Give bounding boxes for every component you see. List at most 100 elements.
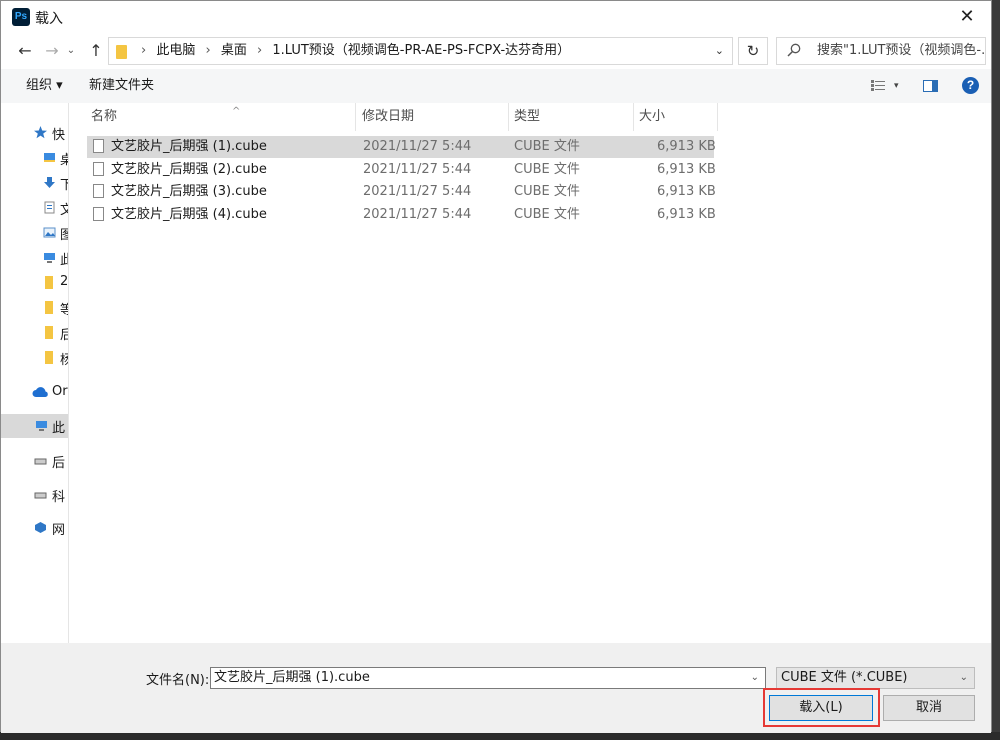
new-folder-button[interactable]: 新建文件夹 bbox=[89, 69, 154, 103]
recent-locations-chevron-icon[interactable]: ⌄ bbox=[60, 39, 82, 63]
file-type: CUBE 文件 bbox=[514, 184, 580, 199]
navigation-pane[interactable]: 快 桌 下 文 图 此 2 等 bbox=[1, 103, 69, 643]
sidebar-item-quick-access[interactable]: 快 bbox=[1, 121, 68, 145]
sidebar-item-drive[interactable]: 科 bbox=[1, 483, 68, 507]
sidebar-item-label: 后 bbox=[60, 324, 68, 343]
file-row[interactable]: 文艺胶片_后期强 (4).cube 2021/11/27 5:44 CUBE 文… bbox=[87, 204, 716, 226]
cancel-button[interactable]: 取消 bbox=[883, 695, 975, 721]
folder-icon bbox=[45, 276, 53, 289]
breadcrumb: › 此电脑 › 桌面 › 1.LUT预设（视频调色-PR-AE-PS-FCPX-… bbox=[135, 38, 570, 64]
sidebar-item-this-pc-quick[interactable]: 此 bbox=[1, 246, 68, 270]
sidebar-item-documents[interactable]: 文 bbox=[1, 196, 68, 220]
sidebar-item-label: 图 bbox=[60, 224, 68, 243]
dialog-title: 载入 bbox=[35, 11, 63, 27]
sidebar-item-label: 等 bbox=[60, 299, 68, 318]
search-icon bbox=[787, 43, 801, 57]
folder-icon bbox=[45, 301, 53, 314]
sidebar-item-label: 2 bbox=[60, 274, 69, 289]
download-icon bbox=[44, 177, 55, 188]
sidebar-item-label: 此 bbox=[52, 421, 66, 436]
sidebar-item-onedrive[interactable]: Or bbox=[1, 381, 68, 405]
column-header-name[interactable]: 名称 ^ bbox=[87, 103, 356, 131]
sidebar-item-label: 后 bbox=[52, 456, 66, 471]
document-icon bbox=[44, 201, 55, 214]
filename-input[interactable]: 文艺胶片_后期强 (1).cube ⌄ bbox=[210, 667, 766, 689]
file-list[interactable]: 名称 ^ 修改日期 类型 大小 文艺胶片_后期强 (1).cube 2021/1… bbox=[69, 103, 991, 643]
file-icon bbox=[93, 207, 104, 221]
computer-icon bbox=[44, 253, 55, 263]
sidebar-item-label: 桌 bbox=[60, 149, 68, 168]
chevron-down-icon[interactable]: ⌄ bbox=[715, 38, 724, 64]
file-size: 6,913 KB bbox=[657, 184, 716, 199]
picture-icon bbox=[43, 227, 56, 238]
file-size: 6,913 KB bbox=[657, 139, 716, 154]
filetype-select[interactable]: CUBE 文件 (*.CUBE) ⌄ bbox=[776, 667, 975, 689]
file-type: CUBE 文件 bbox=[514, 162, 580, 177]
close-icon[interactable]: ✕ bbox=[949, 1, 985, 33]
refresh-icon[interactable]: ↻ bbox=[738, 37, 768, 65]
back-arrow-icon[interactable]: ← bbox=[14, 39, 36, 63]
chevron-down-icon[interactable]: ⌄ bbox=[751, 668, 759, 688]
column-header-date[interactable]: 修改日期 bbox=[358, 103, 509, 131]
breadcrumb-separator: › bbox=[205, 43, 211, 58]
dialog-footer: 文件名(N): 文艺胶片_后期强 (1).cube ⌄ CUBE 文件 (*.C… bbox=[1, 643, 991, 733]
sidebar-item-label: 杨 bbox=[60, 349, 68, 368]
sidebar-item-label: 网 bbox=[52, 523, 66, 538]
folder-icon bbox=[45, 326, 53, 339]
view-options-icon[interactable] bbox=[871, 80, 885, 91]
file-row[interactable]: 文艺胶片_后期强 (2).cube 2021/11/27 5:44 CUBE 文… bbox=[87, 159, 716, 181]
breadcrumb-item[interactable]: 1.LUT预设（视频调色-PR-AE-PS-FCPX-达芬奇用） bbox=[272, 43, 570, 58]
column-header-type[interactable]: 类型 bbox=[510, 103, 634, 131]
file-date: 2021/11/27 5:44 bbox=[363, 184, 472, 199]
sidebar-item-pictures[interactable]: 图 bbox=[1, 221, 68, 245]
breadcrumb-separator: › bbox=[257, 43, 263, 58]
sidebar-item-label: 文 bbox=[60, 199, 68, 218]
sidebar-item-desktop[interactable]: 桌 bbox=[1, 146, 68, 170]
open-button[interactable]: 载入(L) bbox=[769, 695, 873, 721]
file-date: 2021/11/27 5:44 bbox=[363, 139, 472, 154]
star-icon bbox=[34, 126, 47, 139]
file-row[interactable]: 文艺胶片_后期强 (1).cube 2021/11/27 5:44 CUBE 文… bbox=[87, 136, 716, 158]
filename-label: 文件名(N): bbox=[146, 673, 210, 688]
column-header-size[interactable]: 大小 bbox=[635, 103, 718, 131]
address-bar[interactable]: › 此电脑 › 桌面 › 1.LUT预设（视频调色-PR-AE-PS-FCPX-… bbox=[108, 37, 733, 65]
desktop-folder-icon bbox=[44, 153, 55, 162]
background-app-bottom bbox=[0, 732, 1000, 740]
view-dropdown-chevron-icon[interactable]: ▾ bbox=[894, 69, 899, 103]
sidebar-item-this-pc[interactable]: 此 bbox=[1, 414, 68, 438]
sidebar-item-downloads[interactable]: 下 bbox=[1, 171, 68, 195]
file-icon bbox=[93, 139, 104, 153]
file-row[interactable]: 文艺胶片_后期强 (3).cube 2021/11/27 5:44 CUBE 文… bbox=[87, 181, 716, 203]
file-icon bbox=[93, 184, 104, 198]
organize-button[interactable]: 组织 ▾ bbox=[26, 69, 63, 103]
file-name: 文艺胶片_后期强 (3).cube bbox=[111, 184, 267, 199]
sidebar-item-network[interactable]: 网 bbox=[1, 516, 68, 540]
sidebar-item-folder[interactable]: 2 bbox=[1, 271, 68, 295]
file-name: 文艺胶片_后期强 (1).cube bbox=[111, 139, 267, 154]
command-bar: 组织 ▾ 新建文件夹 ▾ ? bbox=[1, 69, 991, 103]
photoshop-logo-icon: Ps bbox=[12, 8, 30, 26]
network-icon bbox=[35, 522, 46, 533]
preview-pane-icon[interactable] bbox=[923, 80, 938, 92]
breadcrumb-separator: › bbox=[141, 43, 147, 58]
filetype-value: CUBE 文件 (*.CUBE) bbox=[781, 670, 908, 685]
up-arrow-icon[interactable]: ↑ bbox=[85, 39, 107, 63]
file-icon bbox=[93, 162, 104, 176]
folder-icon bbox=[116, 45, 127, 59]
address-row: ← → ⌄ ↑ › 此电脑 › 桌面 › 1.LUT预设（视频调色-PR-AE-… bbox=[1, 33, 991, 69]
file-size: 6,913 KB bbox=[657, 207, 716, 222]
cloud-icon bbox=[32, 387, 48, 397]
sidebar-item-drive[interactable]: 后 bbox=[1, 449, 68, 473]
breadcrumb-item[interactable]: 桌面 bbox=[221, 43, 247, 58]
sidebar-item-folder[interactable]: 等 bbox=[1, 296, 68, 320]
search-placeholder: 搜索"1.LUT预设（视频调色-... bbox=[817, 43, 986, 58]
help-icon[interactable]: ? bbox=[962, 77, 979, 94]
file-type: CUBE 文件 bbox=[514, 139, 580, 154]
sidebar-item-label: 下 bbox=[60, 174, 68, 193]
breadcrumb-item[interactable]: 此电脑 bbox=[156, 43, 195, 58]
search-input[interactable]: 搜索"1.LUT预设（视频调色-... bbox=[776, 37, 986, 65]
sidebar-item-folder[interactable]: 杨 bbox=[1, 346, 68, 370]
sidebar-item-folder[interactable]: 后 bbox=[1, 321, 68, 345]
file-date: 2021/11/27 5:44 bbox=[363, 162, 472, 177]
open-file-dialog: Ps 载入 ✕ ← → ⌄ ↑ › 此电脑 › 桌面 › 1.LUT预设（视频调… bbox=[0, 0, 992, 733]
